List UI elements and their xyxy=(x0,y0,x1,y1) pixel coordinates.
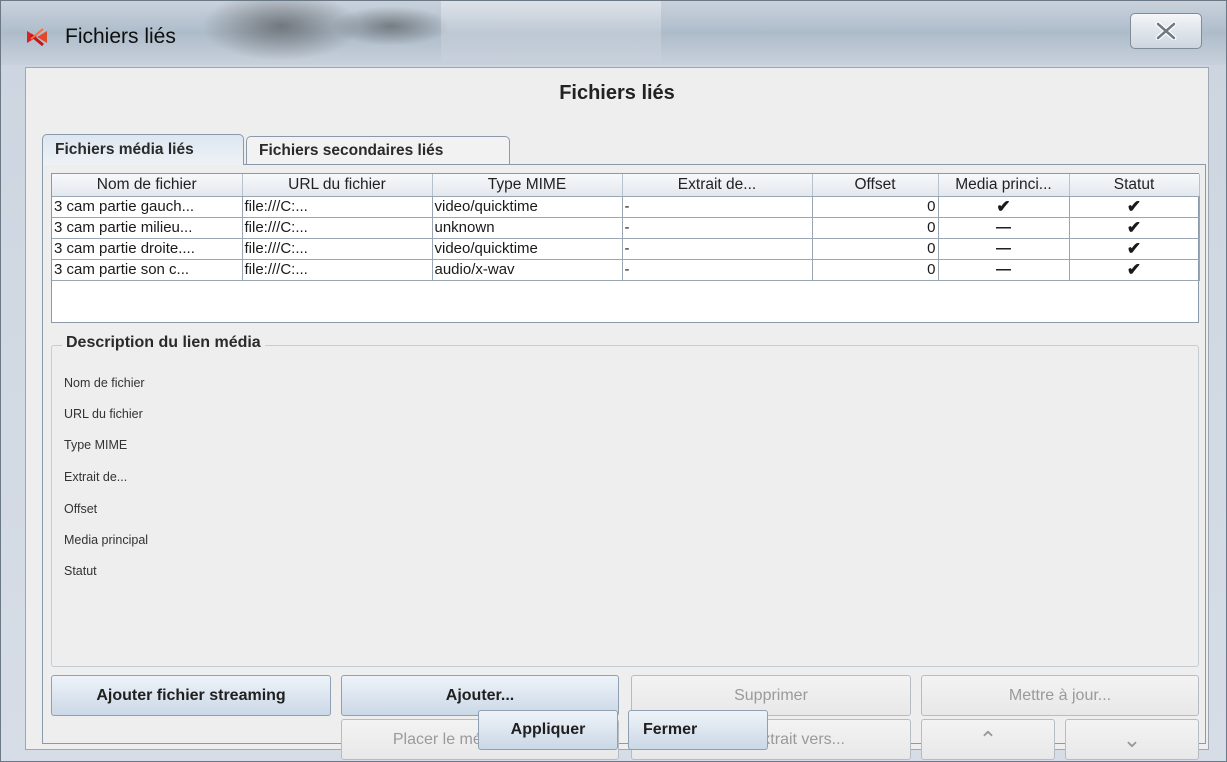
check-icon: ✔ xyxy=(996,196,1011,216)
linked-files-table[interactable]: Nom de fichier URL du fichier Type MIME … xyxy=(51,173,1200,323)
media-link-description-group: Description du lien média Nom de fichier… xyxy=(51,334,1199,667)
chevron-down-icon: ⌄ xyxy=(1122,726,1142,752)
cell-extract: - xyxy=(622,238,813,260)
cell-offset: 0 xyxy=(812,259,939,281)
check-icon: ✔ xyxy=(1126,238,1142,258)
dash-icon: — xyxy=(996,219,1011,236)
check-icon: ✔ xyxy=(1126,196,1142,216)
add-streaming-file-button[interactable]: Ajouter fichier streaming xyxy=(51,675,331,716)
cell-offset: 0 xyxy=(812,196,939,218)
cell-mime: unknown xyxy=(432,217,623,239)
desc-label-offset: Offset xyxy=(64,502,98,516)
cell-filename: 3 cam partie droite.... xyxy=(52,238,243,260)
desc-label-filename: Nom de fichier xyxy=(64,376,145,390)
chevron-up-icon: ⌃ xyxy=(978,726,998,752)
desc-label-mime: Type MIME xyxy=(64,438,128,452)
table-row[interactable]: 3 cam partie gauch... file:///C:... vide… xyxy=(52,196,1200,218)
window: Fichiers liés Fichiers liés Fichiers méd… xyxy=(0,0,1227,762)
move-down-button[interactable]: ⌄ xyxy=(1065,719,1199,760)
cell-offset: 0 xyxy=(812,217,939,239)
desc-label-url: URL du fichier xyxy=(64,407,143,421)
cell-url: file:///C:... xyxy=(242,196,433,218)
window-close-button[interactable] xyxy=(1130,13,1202,49)
cell-url: file:///C:... xyxy=(242,217,433,239)
window-title: Fichiers liés xyxy=(65,25,176,48)
close-icon xyxy=(1155,22,1177,40)
cell-mime: video/quicktime xyxy=(432,196,623,218)
apply-button[interactable]: Appliquer xyxy=(478,710,618,750)
cell-extract: - xyxy=(622,196,813,218)
cell-extract: - xyxy=(622,217,813,239)
move-up-button[interactable]: ⌃ xyxy=(921,719,1055,760)
column-header[interactable]: Media princi... xyxy=(938,174,1070,197)
close-button[interactable]: Fermer xyxy=(628,710,768,750)
column-header[interactable]: Nom de fichier xyxy=(52,174,243,197)
cell-extract: - xyxy=(622,259,813,281)
column-header[interactable]: Statut xyxy=(1069,174,1200,197)
cell-url: file:///C:... xyxy=(242,259,433,281)
cell-filename: 3 cam partie gauch... xyxy=(52,196,243,218)
dash-icon: — xyxy=(996,240,1011,257)
check-icon: ✔ xyxy=(1126,217,1142,237)
tab-panel: Nom de fichier URL du fichier Type MIME … xyxy=(42,164,1206,760)
column-header[interactable]: URL du fichier xyxy=(242,174,433,197)
table-header-row: Nom de fichier URL du fichier Type MIME … xyxy=(52,174,1200,197)
title-bar[interactable]: Fichiers liés xyxy=(1,1,1226,65)
dialog-heading: Fichiers liés xyxy=(559,82,675,104)
desc-label-status: Statut xyxy=(64,564,97,578)
desc-label-main-media: Media principal xyxy=(64,533,149,547)
update-button[interactable]: Mettre à jour... xyxy=(921,675,1199,716)
tab-linked-media-files[interactable]: Fichiers média liés xyxy=(42,134,244,165)
table-row[interactable]: 3 cam partie droite.... file:///C:... vi… xyxy=(52,238,1200,260)
table-row[interactable]: 3 cam partie milieu... file:///C:... unk… xyxy=(52,217,1200,239)
column-header[interactable]: Offset xyxy=(812,174,939,197)
cell-mime: video/quicktime xyxy=(432,238,623,260)
desc-label-extract: Extrait de... xyxy=(64,470,128,484)
cell-mime: audio/x-wav xyxy=(432,259,623,281)
dialog-body: Fichiers liés Fichiers média liés Fichie… xyxy=(25,67,1209,760)
check-icon: ✔ xyxy=(1126,259,1142,279)
app-logo-icon xyxy=(27,28,47,47)
cell-filename: 3 cam partie son c... xyxy=(52,259,243,281)
column-header[interactable]: Type MIME xyxy=(432,174,623,197)
dash-icon: — xyxy=(996,261,1011,278)
table-row[interactable]: 3 cam partie son c... file:///C:... audi… xyxy=(52,259,1200,281)
column-header[interactable]: Extrait de... xyxy=(622,174,813,197)
cell-filename: 3 cam partie milieu... xyxy=(52,217,243,239)
tab-linked-secondary-files[interactable]: Fichiers secondaires liés xyxy=(246,136,510,164)
cell-offset: 0 xyxy=(812,238,939,260)
description-title: Description du lien média xyxy=(62,334,265,352)
cell-url: file:///C:... xyxy=(242,238,433,260)
